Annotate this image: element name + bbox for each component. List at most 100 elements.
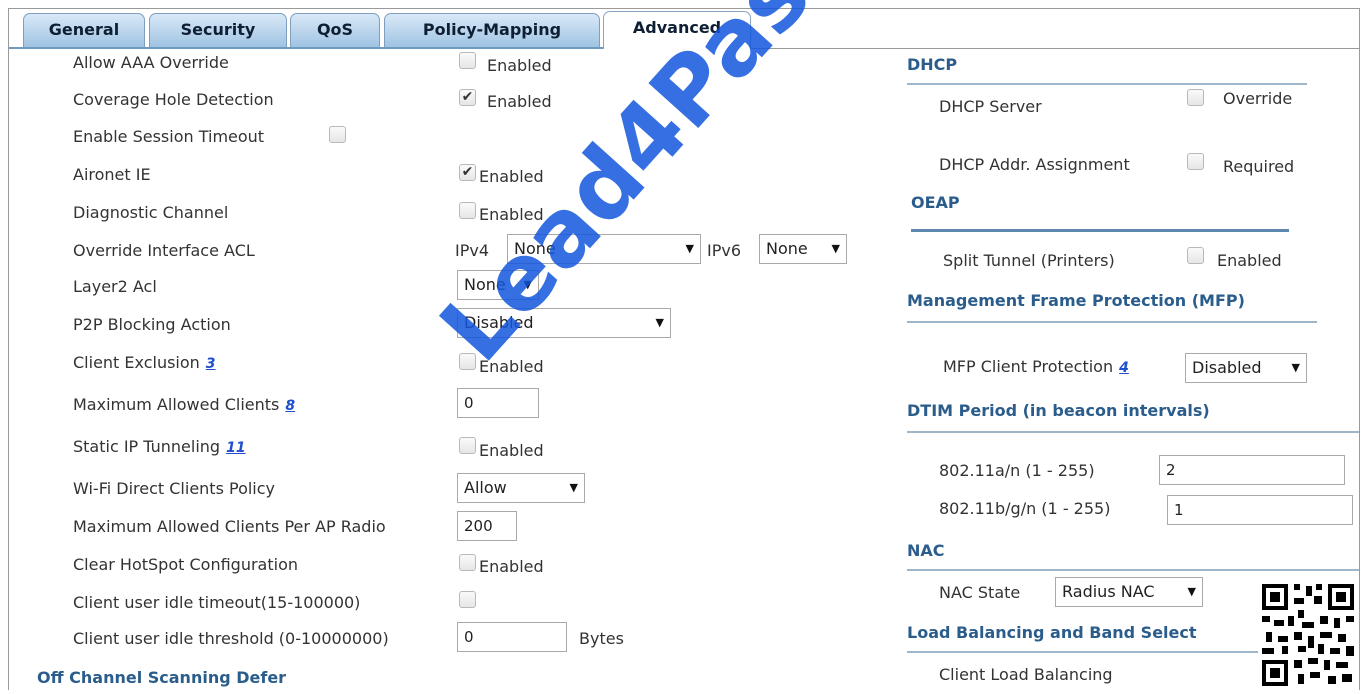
ipv6-acl-select[interactable]: None ▼	[759, 234, 847, 264]
wifi-direct-label: Wi-Fi Direct Clients Policy	[73, 479, 276, 498]
tab-policy-mapping[interactable]: Policy-Mapping	[384, 13, 600, 47]
dhcp-addr-label: DHCP Addr. Assignment	[939, 155, 1130, 174]
session-timeout-label: Enable Session Timeout	[73, 127, 265, 146]
dhcp-addr-value: Required	[1223, 157, 1295, 176]
idle-timeout-checkbox[interactable]	[459, 591, 476, 608]
static-ip-footnote-link[interactable]: 11	[226, 440, 245, 456]
static-ip-text: Static IP Tunneling	[73, 437, 221, 456]
tab-security[interactable]: Security	[149, 13, 287, 47]
client-exclusion-footnote-link[interactable]: 3	[206, 356, 216, 372]
tab-advanced[interactable]: Advanced	[603, 11, 751, 49]
dtim-a-label: 802.11a/n (1 - 255)	[939, 461, 1095, 480]
mfp-client-label: MFP Client Protection 4	[943, 357, 1129, 376]
split-tunnel-value: Enabled	[1217, 251, 1282, 270]
load-balancing-section-title: Load Balancing and Band Select	[907, 623, 1197, 642]
wlan-edit-panel: General Security QoS Policy-Mapping Adva…	[8, 8, 1360, 690]
ipv6-label: IPv6	[707, 241, 742, 260]
dropdown-arrow-icon: ▼	[831, 242, 840, 255]
max-per-radio-input[interactable]: 200	[457, 511, 517, 541]
p2p-blocking-label: P2P Blocking Action	[73, 315, 231, 334]
nac-section-title: NAC	[907, 541, 945, 560]
tab-qos[interactable]: QoS	[290, 13, 380, 47]
max-clients-text: Maximum Allowed Clients	[73, 395, 280, 414]
hotspot-checkbox[interactable]	[459, 554, 476, 571]
coverage-hole-label: Coverage Hole Detection	[73, 90, 274, 109]
mfp-section-title: Management Frame Protection (MFP)	[907, 291, 1245, 310]
client-exclusion-checkbox[interactable]	[459, 353, 476, 370]
coverage-hole-checkbox[interactable]: ✔	[459, 89, 476, 106]
nac-state-value: Radius NAC	[1062, 582, 1155, 601]
max-clients-footnote-link[interactable]: 8	[285, 398, 295, 414]
tab-underline	[9, 47, 609, 49]
dtim-section-title: DTIM Period (in beacon intervals)	[907, 401, 1210, 420]
wifi-direct-select[interactable]: Allow ▼	[457, 473, 585, 503]
max-per-radio-label: Maximum Allowed Clients Per AP Radio	[73, 517, 386, 536]
mfp-client-footnote-link[interactable]: 4	[1119, 360, 1129, 376]
dhcp-server-value: Override	[1223, 89, 1293, 108]
dhcp-server-label: DHCP Server	[939, 97, 1042, 116]
ipv6-acl-value: None	[766, 239, 808, 258]
p2p-blocking-value: Disabled	[464, 313, 534, 332]
client-exclusion-label: Client Exclusion 3	[73, 353, 216, 372]
static-ip-checkbox[interactable]	[459, 437, 476, 454]
off-channel-section-title: Off Channel Scanning Defer	[37, 668, 287, 687]
layer2-acl-label: Layer2 Acl	[73, 277, 157, 296]
nac-divider	[907, 569, 1359, 571]
dropdown-arrow-icon: ▼	[569, 481, 578, 494]
client-lb-label: Client Load Balancing	[939, 665, 1113, 684]
tab-general[interactable]: General	[23, 13, 145, 47]
idle-threshold-label: Client user idle threshold (0-10000000)	[73, 629, 389, 648]
allow-aaa-override-checkbox[interactable]	[459, 52, 476, 69]
static-ip-value: Enabled	[479, 441, 544, 460]
mfp-client-select[interactable]: Disabled ▼	[1185, 353, 1307, 383]
client-exclusion-value: Enabled	[479, 357, 544, 376]
p2p-blocking-select[interactable]: Disabled ▼	[457, 308, 671, 338]
aironet-ie-checkbox[interactable]: ✔	[459, 164, 476, 181]
mfp-client-text: MFP Client Protection	[943, 357, 1114, 376]
mfp-divider	[907, 321, 1317, 323]
diagnostic-channel-value: Enabled	[479, 205, 544, 224]
ipv4-label: IPv4	[455, 241, 490, 260]
dropdown-arrow-icon: ▼	[1291, 361, 1300, 374]
idle-threshold-input[interactable]: 0	[457, 622, 567, 652]
diagnostic-channel-checkbox[interactable]	[459, 202, 476, 219]
split-tunnel-checkbox[interactable]	[1187, 247, 1204, 264]
idle-timeout-label: Client user idle timeout(15-100000)	[73, 593, 361, 612]
dhcp-server-checkbox[interactable]	[1187, 89, 1204, 106]
wifi-direct-value: Allow	[464, 478, 507, 497]
nac-state-label: NAC State	[939, 583, 1021, 602]
dtim-a-input[interactable]: 2	[1159, 455, 1345, 485]
checkmark-icon: ✔	[461, 164, 474, 180]
hotspot-label: Clear HotSpot Configuration	[73, 555, 298, 574]
session-timeout-checkbox[interactable]	[329, 126, 346, 143]
split-tunnel-label: Split Tunnel (Printers)	[943, 251, 1115, 270]
layer2-acl-select[interactable]: None ▼	[457, 270, 539, 300]
ipv4-acl-value: None	[514, 239, 556, 258]
max-clients-input[interactable]: 0	[457, 388, 539, 418]
dhcp-addr-checkbox[interactable]	[1187, 153, 1204, 170]
client-exclusion-text: Client Exclusion	[73, 353, 200, 372]
qr-code-icon	[1258, 580, 1358, 690]
oeap-divider	[911, 229, 1289, 232]
dropdown-arrow-icon: ▼	[655, 316, 664, 329]
tab-strip: General Security QoS Policy-Mapping Adva…	[9, 9, 1359, 49]
dropdown-arrow-icon: ▼	[685, 242, 694, 255]
qr-code	[1258, 580, 1358, 690]
dtim-divider	[907, 431, 1359, 433]
nac-state-select[interactable]: Radius NAC ▼	[1055, 577, 1203, 607]
dtim-b-label: 802.11b/g/n (1 - 255)	[939, 499, 1111, 518]
dhcp-divider	[907, 83, 1307, 85]
dropdown-arrow-icon: ▼	[1187, 585, 1196, 598]
dtim-b-input[interactable]: 1	[1167, 495, 1353, 525]
allow-aaa-override-label: Allow AAA Override	[73, 53, 229, 72]
tab-underline-right	[751, 48, 1359, 49]
ipv4-acl-select[interactable]: None ▼	[507, 234, 701, 264]
max-clients-label: Maximum Allowed Clients 8	[73, 395, 295, 414]
dropdown-arrow-icon: ▼	[523, 278, 532, 291]
override-acl-label: Override Interface ACL	[73, 241, 255, 260]
oeap-section-title: OEAP	[911, 193, 960, 212]
diagnostic-channel-label: Diagnostic Channel	[73, 203, 229, 222]
load-balancing-divider	[907, 651, 1267, 653]
coverage-hole-value: Enabled	[487, 92, 552, 111]
mfp-client-value: Disabled	[1192, 358, 1262, 377]
